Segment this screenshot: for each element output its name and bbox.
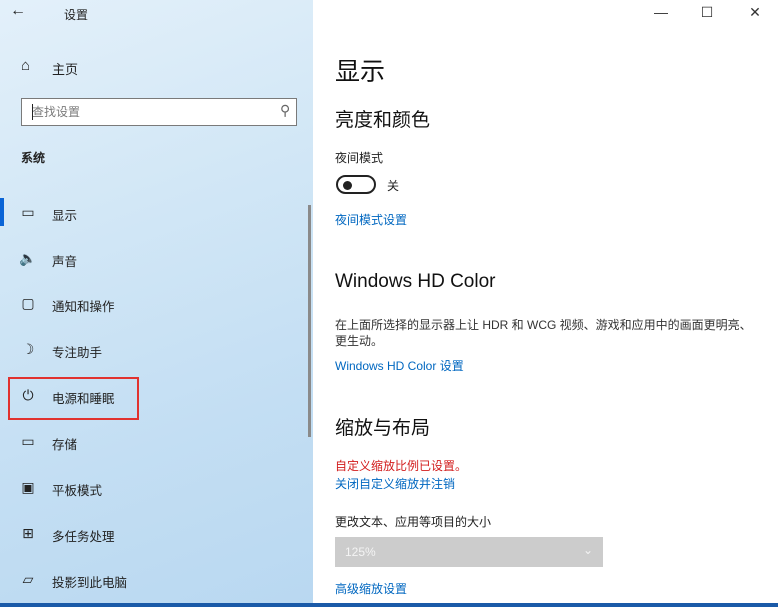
night-mode-state: 关 bbox=[387, 179, 400, 193]
sidebar-item-display[interactable]: ▭ 显示 bbox=[0, 194, 313, 230]
toggle-knob bbox=[343, 181, 352, 190]
chevron-down-icon: ⌄ bbox=[582, 543, 593, 557]
maximize-icon[interactable]: ☐ bbox=[684, 0, 730, 26]
home-icon: ⌂ bbox=[21, 57, 31, 74]
sidebar-item-label: 声音 bbox=[52, 255, 78, 269]
sidebar-item-notifications[interactable]: ▢ 通知和操作 bbox=[0, 285, 313, 321]
sidebar-item-label: 平板模式 bbox=[52, 484, 103, 498]
close-icon[interactable]: ✕ bbox=[732, 0, 778, 26]
app-title: 设置 bbox=[64, 8, 89, 22]
minimize-icon[interactable]: — bbox=[638, 0, 684, 26]
search-input[interactable] bbox=[22, 99, 272, 125]
text-size-label: 更改文本、应用等项目的大小 bbox=[335, 515, 492, 529]
sidebar-item-storage[interactable]: ▭ 存储 bbox=[0, 423, 313, 459]
night-mode-toggle[interactable] bbox=[336, 175, 376, 194]
highlight-box bbox=[8, 377, 139, 420]
sidebar-item-label: 存储 bbox=[52, 438, 78, 452]
projector-icon: ▱ bbox=[22, 571, 34, 587]
home-label: 主页 bbox=[52, 62, 79, 77]
scale-value: 125% bbox=[345, 545, 376, 559]
sidebar-item-label: 专注助手 bbox=[52, 346, 103, 360]
signout-link[interactable]: 关闭自定义缩放并注销 bbox=[335, 475, 455, 492]
night-mode-settings-link[interactable]: 夜间模式设置 bbox=[335, 211, 407, 228]
scale-dropdown[interactable]: 125% ⌄ bbox=[335, 537, 603, 567]
settings-window: ← 设置 ⌂ 主页 ⚲ 系统 ▭ 显示 🔈 声音 ▢ 通知和操作 ☽ 专注助 bbox=[0, 0, 778, 603]
sidebar-item-label: 通知和操作 bbox=[52, 300, 115, 314]
night-mode-label: 夜间模式 bbox=[335, 151, 384, 165]
multitasking-icon: ⊞ bbox=[22, 525, 34, 541]
hd-color-settings-link[interactable]: Windows HD Color 设置 bbox=[335, 357, 464, 374]
title-bar-left: ← 设置 bbox=[0, 0, 313, 26]
sidebar: ← 设置 ⌂ 主页 ⚲ 系统 ▭ 显示 🔈 声音 ▢ 通知和操作 ☽ 专注助 bbox=[0, 0, 313, 603]
tablet-icon: ▣ bbox=[21, 479, 35, 495]
sidebar-item-multitasking[interactable]: ⊞ 多任务处理 bbox=[0, 515, 313, 551]
sidebar-item-tablet-mode[interactable]: ▣ 平板模式 bbox=[0, 469, 313, 505]
sidebar-item-label: 投影到此电脑 bbox=[52, 576, 128, 590]
sidebar-item-focus-assist[interactable]: ☽ 专注助手 bbox=[0, 331, 313, 367]
caption-buttons: — ☐ ✕ bbox=[638, 0, 778, 26]
text-caret bbox=[32, 104, 33, 120]
advanced-scaling-link[interactable]: 高级缩放设置 bbox=[335, 580, 407, 597]
home-link[interactable]: ⌂ 主页 bbox=[0, 52, 313, 82]
sidebar-item-project-to-pc[interactable]: ▱ 投影到此电脑 bbox=[0, 561, 313, 597]
brightness-heading: 亮度和颜色 bbox=[335, 110, 431, 131]
sidebar-scrollbar[interactable] bbox=[308, 205, 311, 437]
scale-heading: 缩放与布局 bbox=[335, 418, 431, 439]
hd-color-heading: Windows HD Color bbox=[335, 271, 496, 292]
monitor-icon: ▭ bbox=[21, 204, 35, 220]
sidebar-item-label: 多任务处理 bbox=[52, 530, 115, 544]
notification-icon: ▢ bbox=[21, 295, 35, 311]
selection-indicator bbox=[0, 198, 4, 226]
back-arrow-icon[interactable]: ← bbox=[8, 2, 28, 20]
hd-color-description: 在上面所选择的显示器上让 HDR 和 WCG 视频、游戏和应用中的画面更明亮、更… bbox=[335, 318, 752, 348]
search-box[interactable]: ⚲ bbox=[21, 98, 297, 126]
main-content: — ☐ ✕ 显示 亮度和颜色 夜间模式 关 夜间模式设置 Windows HD … bbox=[313, 0, 778, 603]
sidebar-item-label: 显示 bbox=[52, 209, 78, 223]
storage-icon: ▭ bbox=[21, 433, 35, 449]
speaker-icon: 🔈 bbox=[19, 250, 37, 266]
search-icon[interactable]: ⚲ bbox=[280, 102, 290, 119]
page-title: 显示 bbox=[335, 58, 386, 86]
moon-icon: ☽ bbox=[21, 341, 35, 357]
sidebar-item-sound[interactable]: 🔈 声音 bbox=[0, 240, 313, 276]
custom-scale-warning: 自定义缩放比例已设置。 bbox=[335, 459, 468, 473]
section-title: 系统 bbox=[21, 151, 46, 165]
